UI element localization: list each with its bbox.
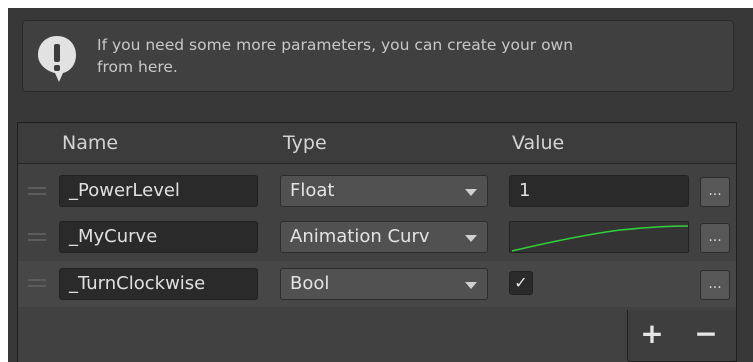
column-header-name: Name bbox=[62, 132, 119, 154]
help-message-line-1: If you need some more parameters, you ca… bbox=[97, 36, 574, 54]
parameter-row: _TurnClockwise Bool ✓ ... bbox=[18, 261, 736, 307]
help-box: If you need some more parameters, you ca… bbox=[22, 20, 734, 92]
column-header-value: Value bbox=[512, 132, 565, 154]
list-header: Name Type Value bbox=[18, 123, 736, 164]
warning-icon bbox=[38, 36, 76, 82]
parameter-type-dropdown[interactable]: Float bbox=[280, 175, 488, 207]
parameter-name-field[interactable]: _MyCurve bbox=[59, 221, 258, 253]
chevron-down-icon bbox=[465, 189, 477, 196]
parameter-name-field[interactable]: _PowerLevel bbox=[59, 175, 258, 207]
chevron-down-icon bbox=[465, 235, 477, 242]
chevron-down-icon bbox=[465, 282, 477, 289]
parameter-type-dropdown[interactable]: Bool bbox=[280, 268, 488, 300]
remove-parameter-button[interactable]: − bbox=[688, 316, 724, 352]
dropdown-value: Animation Curv bbox=[290, 226, 430, 247]
parameter-type-dropdown[interactable]: Animation Curv bbox=[280, 221, 488, 253]
column-header-type: Type bbox=[283, 132, 327, 154]
help-message-line-2: from here. bbox=[97, 58, 178, 76]
add-parameter-button[interactable]: + bbox=[634, 316, 670, 352]
help-message: If you need some more parameters, you ca… bbox=[97, 34, 717, 78]
dropdown-value: Float bbox=[290, 180, 335, 201]
parameter-name-field[interactable]: _TurnClockwise bbox=[59, 268, 258, 300]
parameter-row: _PowerLevel Float 1 ... bbox=[18, 169, 736, 215]
animation-curve-field[interactable] bbox=[509, 221, 689, 253]
dropdown-value: Bool bbox=[290, 273, 330, 294]
window-frame-top bbox=[0, 0, 753, 8]
more-options-button[interactable]: ... bbox=[700, 270, 730, 300]
animation-curve-preview bbox=[511, 225, 688, 252]
parameter-value-field[interactable]: 1 bbox=[509, 175, 689, 207]
drag-handle-icon[interactable] bbox=[28, 279, 46, 289]
parameter-row: _MyCurve Animation Curv ... bbox=[18, 215, 736, 261]
drag-handle-icon[interactable] bbox=[28, 187, 46, 197]
list-footer: + − bbox=[627, 310, 737, 362]
more-options-button[interactable]: ... bbox=[700, 223, 730, 253]
bool-value-checkbox[interactable]: ✓ bbox=[509, 271, 533, 295]
more-options-button[interactable]: ... bbox=[700, 177, 730, 207]
window-frame-left bbox=[0, 0, 8, 362]
drag-handle-icon[interactable] bbox=[28, 233, 46, 243]
